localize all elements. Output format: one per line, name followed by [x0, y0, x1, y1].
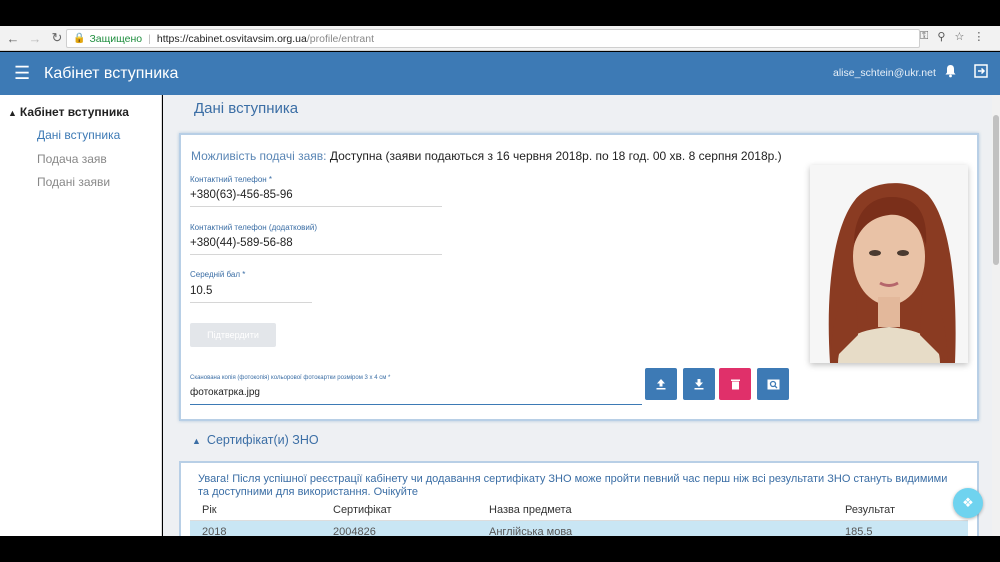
availability-value: Доступна (заяви подаються з 16 червня 20… [329, 149, 782, 163]
page-scrollbar[interactable] [992, 95, 1000, 536]
upload-icon [656, 379, 666, 390]
trash-icon [730, 379, 740, 390]
grid-icon: ❖ [962, 495, 974, 510]
scrollbar-thumb[interactable] [993, 115, 999, 265]
table-cell-certificate: 2004826 [333, 526, 376, 536]
table-header-result: Результат [845, 504, 896, 516]
download-button[interactable] [683, 368, 715, 400]
availability-text: Можливість подачі заяв: Доступна (заяви … [191, 149, 782, 163]
upload-button[interactable] [645, 368, 677, 400]
table-cell-subject: Англійська мова [489, 526, 573, 536]
photo-upload-label: Сканована копія (фотокопія) кольорової ф… [190, 375, 391, 381]
main-content: Дані вступника Можливість подачі заяв: Д… [163, 95, 992, 536]
certificates-section-toggle[interactable]: ▲ Сертифікат(и) ЗНО [192, 433, 319, 447]
certificates-warning: Увага! Після успішної реєстрації кабінет… [198, 473, 948, 498]
sidebar-item-submitted-applications[interactable]: Подані заяви [37, 175, 110, 189]
key-icon[interactable]: ⚿ [920, 30, 928, 43]
browser-toolbar: ← → ↻ 🔒 Защищено | https://cabinet.osvit… [0, 26, 1000, 51]
phone-label: Контактний телефон * [190, 175, 273, 184]
lock-icon: 🔒 [73, 33, 86, 44]
page-title: Дані вступника [194, 100, 299, 117]
phone2-label: Контактний телефон (додатковий) [190, 223, 318, 232]
sidebar: ▲ Кабінет вступника Дані вступника Подача… [0, 95, 162, 536]
bookmark-star-icon[interactable]: ☆ [954, 30, 964, 43]
video-letterbox-top [0, 0, 1000, 26]
sidebar-item-entrant-data[interactable]: Дані вступника [37, 128, 120, 142]
logout-icon[interactable] [974, 64, 988, 81]
chevron-up-icon: ▲ [8, 108, 17, 118]
table-header-year: Рік [202, 504, 217, 516]
url-host: https://cabinet.osvitavsim.org.ua [156, 32, 307, 45]
photo-file-input[interactable]: фотокатрка.jpg [190, 387, 642, 405]
secure-label: Защищено [89, 32, 143, 45]
address-bar[interactable]: 🔒 Защищено | https://cabinet.osvitavsim.… [66, 29, 920, 48]
sidebar-item-submit-application[interactable]: Подача заяв [37, 152, 107, 166]
preview-button[interactable] [757, 368, 789, 400]
forward-arrow-icon[interactable]: → [26, 29, 44, 47]
hamburger-menu-icon[interactable]: ☰ [14, 63, 30, 84]
back-arrow-icon[interactable]: ← [4, 29, 22, 47]
search-image-icon [767, 379, 779, 389]
download-icon [694, 379, 704, 390]
menu-dots-icon[interactable]: ⋮ [973, 30, 984, 43]
availability-label: Можливість подачі заяв: [191, 149, 327, 163]
chevron-up-icon: ▲ [192, 436, 201, 446]
phone2-input[interactable]: +380(44)-589-56-88 [190, 237, 442, 255]
reload-icon[interactable]: ↻ [48, 29, 66, 47]
zoom-icon[interactable]: ⚲ [937, 30, 945, 43]
table-cell-year: 2018 [202, 526, 227, 536]
phone-input[interactable]: +380(63)-456-85-96 [190, 189, 442, 207]
video-letterbox-bottom [0, 536, 1000, 562]
certificates-card: Увага! Після успішної реєстрації кабінет… [179, 461, 979, 536]
gpa-input[interactable]: 10.5 [190, 285, 312, 303]
app-title: Кабінет вступника [44, 64, 179, 82]
table-header-certificate: Сертифікат [333, 504, 392, 516]
table-header-subject: Назва предмета [489, 504, 572, 516]
app-header: ☰ Кабінет вступника alise_schtein@ukr.ne… [0, 52, 1000, 95]
user-email[interactable]: alise_schtein@ukr.net [833, 67, 936, 79]
address-separator: | [148, 32, 151, 45]
floating-action-button[interactable]: ❖ [953, 488, 983, 518]
bell-icon[interactable] [944, 64, 957, 81]
entrant-data-card: Можливість подачі заяв: Доступна (заяви … [179, 133, 979, 421]
delete-button[interactable] [719, 368, 751, 400]
applicant-photo [810, 165, 968, 363]
sidebar-heading[interactable]: ▲ Кабінет вступника [8, 105, 129, 119]
url-path: /profile/entrant [306, 32, 374, 45]
table-cell-result: 185.5 [845, 526, 873, 536]
gpa-label: Середній бал * [190, 270, 246, 279]
confirm-button[interactable]: Підтвердити [190, 323, 276, 347]
